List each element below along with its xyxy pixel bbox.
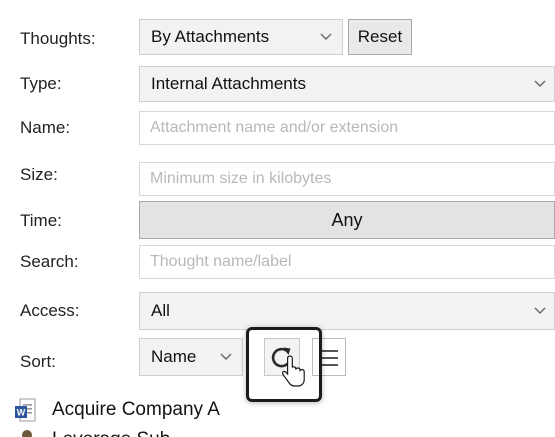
mouse-cursor-icon (282, 355, 305, 387)
person-icon (22, 430, 32, 437)
thoughts-select-value: By Attachments (151, 27, 270, 46)
sort-select[interactable]: Name (139, 338, 243, 376)
svg-text:W: W (17, 408, 26, 418)
size-label: Size: (20, 165, 58, 184)
reset-button[interactable]: Reset (348, 19, 412, 55)
type-label: Type: (20, 74, 62, 93)
search-input-placeholder: Thought name/label (150, 253, 292, 270)
name-input-placeholder: Attachment name and/or extension (150, 119, 399, 136)
time-label: Time: (20, 211, 62, 230)
thoughts-label: Thoughts: (20, 29, 96, 48)
thoughts-select[interactable]: By Attachments (139, 19, 343, 55)
name-label: Name: (20, 118, 71, 137)
result-item-label[interactable]: Leverage Sub... (52, 428, 186, 437)
access-select-value: All (151, 301, 170, 320)
chevron-down-icon (320, 33, 332, 40)
access-select[interactable]: All (139, 292, 555, 330)
size-input-placeholder: Minimum size in kilobytes (150, 170, 332, 187)
result-item-label[interactable]: Acquire Company A (52, 398, 220, 422)
time-any-button[interactable]: Any (139, 201, 555, 239)
word-document-icon: W (15, 398, 36, 422)
chevron-down-icon (534, 80, 546, 87)
type-select-value: Internal Attachments (151, 74, 306, 93)
sort-select-value: Name (151, 347, 197, 366)
chevron-down-icon (220, 353, 232, 360)
chevron-down-icon (534, 307, 546, 314)
type-select[interactable]: Internal Attachments (139, 66, 555, 102)
name-input[interactable]: Attachment name and/or extension (139, 111, 555, 145)
search-input[interactable]: Thought name/label (139, 245, 555, 279)
attachment-filter-panel: Thoughts: By Attachments Reset Type: Int… (0, 0, 555, 437)
size-input[interactable]: Minimum size in kilobytes (139, 162, 555, 196)
access-label: Access: (20, 301, 80, 320)
sort-label: Sort: (20, 352, 56, 371)
search-label: Search: (20, 252, 79, 271)
